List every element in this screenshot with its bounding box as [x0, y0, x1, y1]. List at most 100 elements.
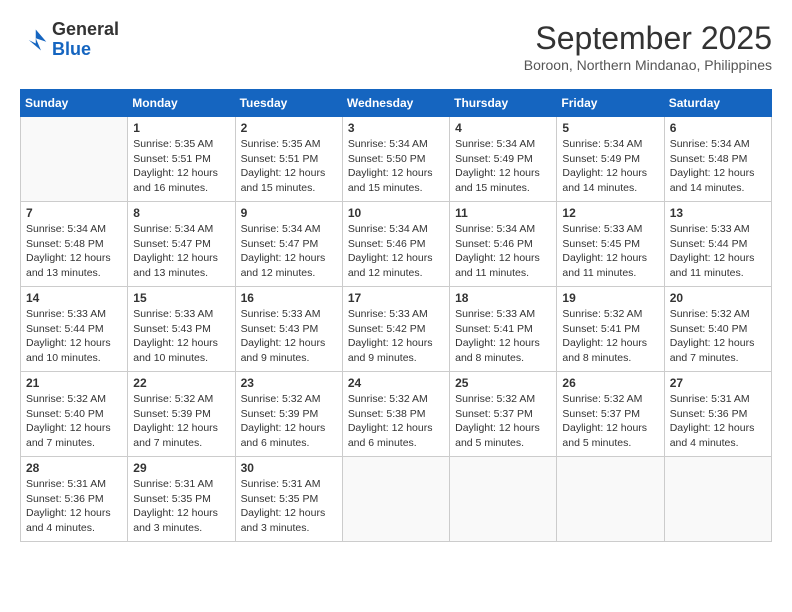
logo-icon: [20, 26, 48, 54]
day-number: 29: [133, 461, 229, 475]
day-number: 1: [133, 121, 229, 135]
day-header-thursday: Thursday: [450, 90, 557, 117]
logo: General Blue: [20, 20, 119, 60]
week-row-3: 14 Sunrise: 5:33 AMSunset: 5:44 PMDayligh…: [21, 287, 772, 372]
calendar-cell: 30Sunrise: 5:31 AMSunset: 5:35 PMDayligh…: [235, 457, 342, 542]
day-number: 26: [562, 376, 658, 390]
day-number: 2: [241, 121, 337, 135]
calendar-cell: 24 Sunrise: 5:32 AMSunset: 5:38 PMDayligh…: [342, 372, 449, 457]
calendar-cell: 25Sunrise: 5:32 AMSunset: 5:37 PMDayligh…: [450, 372, 557, 457]
day-info: Sunrise: 5:34 AMSunset: 5:50 PMDaylight:…: [348, 137, 444, 196]
day-number: 21: [26, 376, 122, 390]
calendar-cell: 8 Sunrise: 5:34 AMSunset: 5:47 PMDaylight…: [128, 202, 235, 287]
calendar-cell: 7Sunrise: 5:34 AMSunset: 5:48 PMDaylight…: [21, 202, 128, 287]
calendar-cell: 5 Sunrise: 5:34 AMSunset: 5:49 PMDaylight…: [557, 117, 664, 202]
day-info: Sunrise: 5:31 AMSunset: 5:35 PMDaylight:…: [133, 477, 229, 536]
calendar-cell: 9 Sunrise: 5:34 AMSunset: 5:47 PMDaylight…: [235, 202, 342, 287]
calendar-cell: 16 Sunrise: 5:33 AMSunset: 5:43 PMDayligh…: [235, 287, 342, 372]
calendar-cell: 14 Sunrise: 5:33 AMSunset: 5:44 PMDayligh…: [21, 287, 128, 372]
day-info: Sunrise: 5:34 AMSunset: 5:47 PMDaylight:…: [241, 222, 337, 281]
day-info: Sunrise: 5:33 AMSunset: 5:41 PMDaylight:…: [455, 307, 551, 366]
month-title: September 2025: [524, 20, 772, 57]
day-info: Sunrise: 5:33 AMSunset: 5:42 PMDaylight:…: [348, 307, 444, 366]
day-info: Sunrise: 5:31 AMSunset: 5:36 PMDaylight:…: [670, 392, 766, 451]
calendar-cell: 6Sunrise: 5:34 AMSunset: 5:48 PMDaylight…: [664, 117, 771, 202]
day-number: 9: [241, 206, 337, 220]
calendar-cell: 27 Sunrise: 5:31 AMSunset: 5:36 PMDayligh…: [664, 372, 771, 457]
calendar-cell: 1 Sunrise: 5:35 AMSunset: 5:51 PMDaylight…: [128, 117, 235, 202]
calendar-cell: [450, 457, 557, 542]
day-number: 10: [348, 206, 444, 220]
calendar-cell: 23Sunrise: 5:32 AMSunset: 5:39 PMDayligh…: [235, 372, 342, 457]
day-info: Sunrise: 5:34 AMSunset: 5:46 PMDaylight:…: [455, 222, 551, 281]
day-info: Sunrise: 5:32 AMSunset: 5:39 PMDaylight:…: [241, 392, 337, 451]
calendar-cell: [557, 457, 664, 542]
calendar-cell: 17 Sunrise: 5:33 AMSunset: 5:42 PMDayligh…: [342, 287, 449, 372]
logo-general: General: [52, 19, 119, 39]
day-info: Sunrise: 5:33 AMSunset: 5:43 PMDaylight:…: [241, 307, 337, 366]
logo-blue: Blue: [52, 39, 91, 59]
calendar-cell: 2Sunrise: 5:35 AMSunset: 5:51 PMDaylight…: [235, 117, 342, 202]
day-header-friday: Friday: [557, 90, 664, 117]
day-info: Sunrise: 5:32 AMSunset: 5:37 PMDaylight:…: [562, 392, 658, 451]
day-info: Sunrise: 5:33 AMSunset: 5:44 PMDaylight:…: [26, 307, 122, 366]
day-info: Sunrise: 5:33 AMSunset: 5:44 PMDaylight:…: [670, 222, 766, 281]
day-number: 20: [670, 291, 766, 305]
day-header-sunday: Sunday: [21, 90, 128, 117]
day-info: Sunrise: 5:33 AMSunset: 5:43 PMDaylight:…: [133, 307, 229, 366]
day-info: Sunrise: 5:34 AMSunset: 5:49 PMDaylight:…: [455, 137, 551, 196]
calendar-cell: 13 Sunrise: 5:33 AMSunset: 5:44 PMDayligh…: [664, 202, 771, 287]
day-info: Sunrise: 5:34 AMSunset: 5:47 PMDaylight:…: [133, 222, 229, 281]
day-info: Sunrise: 5:32 AMSunset: 5:39 PMDaylight:…: [133, 392, 229, 451]
day-header-monday: Monday: [128, 90, 235, 117]
calendar-cell: 3 Sunrise: 5:34 AMSunset: 5:50 PMDaylight…: [342, 117, 449, 202]
calendar-cell: 10 Sunrise: 5:34 AMSunset: 5:46 PMDayligh…: [342, 202, 449, 287]
logo-text: General Blue: [52, 20, 119, 60]
day-number: 15: [133, 291, 229, 305]
day-info: Sunrise: 5:35 AMSunset: 5:51 PMDaylight:…: [133, 137, 229, 196]
day-number: 14: [26, 291, 122, 305]
day-number: 11: [455, 206, 551, 220]
day-header-tuesday: Tuesday: [235, 90, 342, 117]
day-info: Sunrise: 5:32 AMSunset: 5:38 PMDaylight:…: [348, 392, 444, 451]
day-info: Sunrise: 5:32 AMSunset: 5:40 PMDaylight:…: [670, 307, 766, 366]
day-info: Sunrise: 5:33 AMSunset: 5:45 PMDaylight:…: [562, 222, 658, 281]
day-info: Sunrise: 5:34 AMSunset: 5:48 PMDaylight:…: [670, 137, 766, 196]
day-number: 4: [455, 121, 551, 135]
calendar-cell: 11 Sunrise: 5:34 AMSunset: 5:46 PMDayligh…: [450, 202, 557, 287]
page-header: General Blue September 2025 Boroon, Nort…: [20, 20, 772, 73]
day-number: 27: [670, 376, 766, 390]
calendar-cell: [664, 457, 771, 542]
day-number: 22: [133, 376, 229, 390]
day-number: 24: [348, 376, 444, 390]
day-number: 30: [241, 461, 337, 475]
day-number: 17: [348, 291, 444, 305]
calendar-cell: [342, 457, 449, 542]
calendar-table: SundayMondayTuesdayWednesdayThursdayFrid…: [20, 89, 772, 542]
day-info: Sunrise: 5:34 AMSunset: 5:49 PMDaylight:…: [562, 137, 658, 196]
calendar-header-row: SundayMondayTuesdayWednesdayThursdayFrid…: [21, 90, 772, 117]
day-info: Sunrise: 5:34 AMSunset: 5:46 PMDaylight:…: [348, 222, 444, 281]
day-info: Sunrise: 5:31 AMSunset: 5:36 PMDaylight:…: [26, 477, 122, 536]
day-number: 3: [348, 121, 444, 135]
day-number: 12: [562, 206, 658, 220]
day-number: 16: [241, 291, 337, 305]
day-number: 18: [455, 291, 551, 305]
day-number: 25: [455, 376, 551, 390]
week-row-5: 28Sunrise: 5:31 AMSunset: 5:36 PMDayligh…: [21, 457, 772, 542]
day-info: Sunrise: 5:32 AMSunset: 5:41 PMDaylight:…: [562, 307, 658, 366]
day-info: Sunrise: 5:32 AMSunset: 5:40 PMDaylight:…: [26, 392, 122, 451]
day-number: 8: [133, 206, 229, 220]
calendar-cell: 18 Sunrise: 5:33 AMSunset: 5:41 PMDayligh…: [450, 287, 557, 372]
calendar-cell: 20 Sunrise: 5:32 AMSunset: 5:40 PMDayligh…: [664, 287, 771, 372]
day-number: 13: [670, 206, 766, 220]
week-row-4: 21 Sunrise: 5:32 AMSunset: 5:40 PMDayligh…: [21, 372, 772, 457]
day-number: 5: [562, 121, 658, 135]
calendar-cell: 29 Sunrise: 5:31 AMSunset: 5:35 PMDayligh…: [128, 457, 235, 542]
day-number: 19: [562, 291, 658, 305]
day-header-saturday: Saturday: [664, 90, 771, 117]
week-row-2: 7Sunrise: 5:34 AMSunset: 5:48 PMDaylight…: [21, 202, 772, 287]
calendar-cell: 26 Sunrise: 5:32 AMSunset: 5:37 PMDayligh…: [557, 372, 664, 457]
calendar-cell: [21, 117, 128, 202]
week-row-1: 1 Sunrise: 5:35 AMSunset: 5:51 PMDaylight…: [21, 117, 772, 202]
